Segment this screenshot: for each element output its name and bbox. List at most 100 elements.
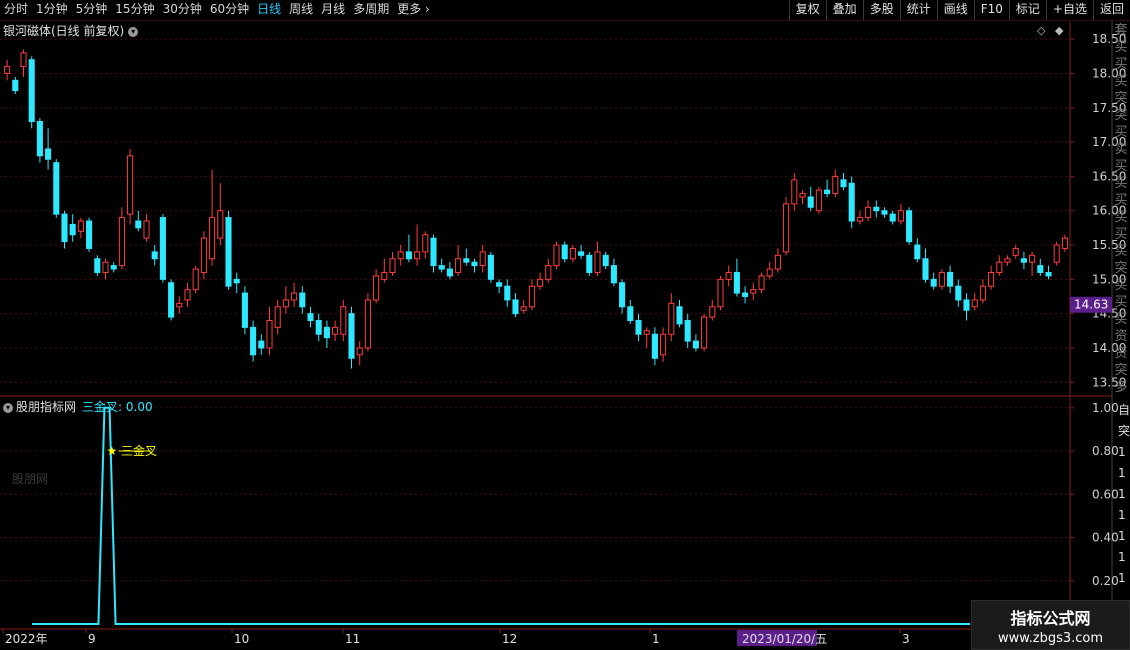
side-label: 买 xyxy=(1114,74,1128,89)
y-tick-label: 1.00 xyxy=(1092,401,1119,415)
candle-body xyxy=(61,213,68,243)
candle xyxy=(184,282,191,307)
candle-body xyxy=(1053,244,1060,263)
period-tab[interactable]: 日线 xyxy=(253,0,285,20)
candle-body xyxy=(725,271,732,280)
candle-body xyxy=(1012,247,1019,256)
period-tab[interactable]: 60分钟 xyxy=(206,0,253,20)
candle-body xyxy=(512,299,519,315)
candle xyxy=(1029,251,1036,276)
candle-body xyxy=(258,340,265,349)
candle-body xyxy=(118,217,125,267)
period-tab[interactable]: 分时 xyxy=(0,0,32,20)
tool-button[interactable]: 多股 xyxy=(862,0,900,20)
candle-body xyxy=(684,320,691,342)
candle xyxy=(627,299,634,324)
tool-button[interactable]: 画线 xyxy=(936,0,974,20)
tool-button[interactable]: 标记 xyxy=(1008,0,1046,20)
side-label: 突 xyxy=(1114,91,1128,106)
candle-body xyxy=(1020,258,1027,263)
period-tab[interactable]: 周线 xyxy=(285,0,317,20)
candle xyxy=(701,313,708,352)
candle xyxy=(619,279,626,314)
candle-body xyxy=(840,179,847,188)
candle xyxy=(479,245,486,273)
candle-body xyxy=(504,285,511,301)
candle xyxy=(643,327,650,348)
y-tick-label: 0.20 xyxy=(1092,574,1119,588)
side-label: 1 xyxy=(1118,445,1126,459)
candle xyxy=(537,272,544,290)
indicator-line xyxy=(32,406,970,625)
chevron-down-icon[interactable]: ▾ xyxy=(3,402,13,413)
candle-body xyxy=(28,59,35,123)
tool-button[interactable]: 返回 xyxy=(1092,0,1130,20)
side-label: 1 xyxy=(1118,466,1126,480)
candle-body xyxy=(323,326,330,339)
candle xyxy=(340,299,347,342)
candle xyxy=(1012,245,1019,259)
candle-body xyxy=(315,320,322,335)
candle xyxy=(840,172,847,191)
candle-body xyxy=(799,193,806,198)
candle-body xyxy=(282,299,289,308)
candle-body xyxy=(430,237,437,267)
tool-button[interactable]: +自选 xyxy=(1045,0,1093,20)
period-tab[interactable]: 1分钟 xyxy=(32,0,72,20)
candle-body xyxy=(479,251,486,267)
candle-body xyxy=(996,261,1003,273)
tool-button[interactable]: 叠加 xyxy=(825,0,863,20)
candle xyxy=(1045,265,1052,280)
candle-body xyxy=(200,237,207,273)
chart-canvas[interactable]: ★ 三金叉 18.5018.0017.5017.0016.5016.0015.5… xyxy=(0,0,1130,650)
period-tab[interactable]: 更多 › xyxy=(393,0,434,20)
candle xyxy=(176,296,183,314)
candle-body xyxy=(971,299,978,308)
period-tab[interactable]: 月线 xyxy=(317,0,349,20)
x-tick-label: 12 xyxy=(502,632,517,646)
candle-body xyxy=(955,285,962,301)
candle-body xyxy=(143,220,150,239)
side-label: 买 xyxy=(1114,125,1128,140)
candle xyxy=(192,265,199,294)
tool-button[interactable]: 复权 xyxy=(788,0,826,20)
candle xyxy=(381,258,388,283)
candle xyxy=(938,269,945,290)
side-label: 买 xyxy=(1114,57,1128,72)
period-tab[interactable]: 15分钟 xyxy=(111,0,158,20)
candle-body xyxy=(53,162,60,215)
tool-button[interactable]: 统计 xyxy=(899,0,937,20)
candle xyxy=(61,210,68,249)
candle xyxy=(889,210,896,225)
x-tick-label: 11 xyxy=(345,632,360,646)
x-tick-label: 2023/01/20/五 xyxy=(742,632,827,646)
candle-body xyxy=(389,258,396,273)
period-tab[interactable]: 30分钟 xyxy=(159,0,206,20)
price-tag: 14.63 xyxy=(1070,296,1112,313)
period-tab[interactable]: 5分钟 xyxy=(72,0,112,20)
candle-body xyxy=(184,289,191,301)
candle-body xyxy=(619,282,626,308)
candle-body xyxy=(783,203,790,253)
candle xyxy=(4,59,11,81)
tool-button[interactable]: F10 xyxy=(973,0,1009,20)
candle-body xyxy=(610,265,617,284)
side-label: 买 xyxy=(1114,210,1128,225)
candle-body xyxy=(414,251,421,260)
candle-body xyxy=(225,217,232,287)
period-tab[interactable]: 多周期 xyxy=(349,0,393,20)
price-tag-label: 14.63 xyxy=(1074,298,1108,312)
candle-body xyxy=(455,258,462,273)
candle xyxy=(569,245,576,263)
candle-body xyxy=(651,333,658,359)
candle xyxy=(914,238,921,263)
candle-body xyxy=(537,278,544,287)
candle xyxy=(20,49,27,77)
candle-body xyxy=(717,278,724,308)
candle-body xyxy=(332,326,339,335)
candle xyxy=(217,183,224,246)
diamond-filled-icon: ◆ xyxy=(1055,24,1064,37)
chevron-down-icon[interactable]: ▾ xyxy=(128,26,139,37)
candle-body xyxy=(463,258,470,263)
candle-body xyxy=(86,220,93,249)
